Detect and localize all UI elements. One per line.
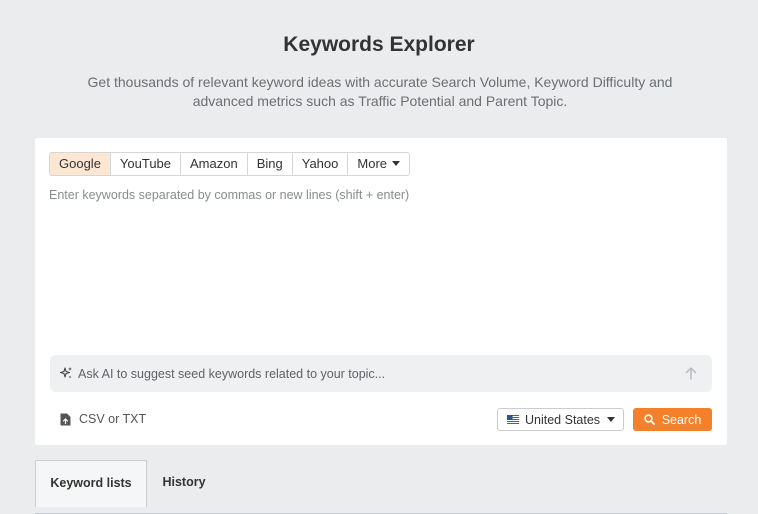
arrow-up-icon[interactable] — [684, 366, 698, 381]
file-upload-icon — [60, 413, 71, 425]
country-select[interactable]: United States — [497, 408, 624, 431]
keywords-explorer-page: Keywords Explorer Get thousands of relev… — [0, 0, 758, 514]
upload-label: CSV or TXT — [79, 412, 147, 426]
sparkle-icon — [59, 367, 72, 379]
search-button-label: Search — [661, 412, 702, 427]
tab-keyword-lists[interactable]: Keyword lists — [35, 460, 147, 507]
engine-tab-youtube[interactable]: YouTube — [110, 153, 182, 175]
caret-down-icon — [607, 417, 616, 422]
more-label: More — [357, 156, 388, 171]
ai-suggest-bar[interactable] — [50, 355, 712, 392]
search-engine-selector: Google YouTube Amazon Bing Yahoo More — [49, 152, 411, 176]
search-button[interactable]: Search — [633, 408, 712, 431]
country-label: United States — [525, 412, 601, 427]
search-card: Google YouTube Amazon Bing Yahoo More En… — [35, 138, 727, 445]
search-icon — [643, 414, 655, 425]
page-title: Keywords Explorer — [283, 33, 475, 56]
tab-history[interactable]: History — [147, 460, 221, 507]
lists-tabs: Keyword lists History — [35, 460, 727, 514]
engine-tab-bing[interactable]: Bing — [247, 153, 293, 175]
engine-more-dropdown[interactable]: More — [348, 153, 410, 175]
caret-down-icon — [392, 161, 401, 166]
us-flag-icon — [507, 415, 519, 424]
page-subtitle: Get thousands of relevant keyword ideas … — [87, 74, 673, 109]
csv-upload-button[interactable]: CSV or TXT — [60, 410, 146, 428]
keywords-input[interactable] — [49, 188, 713, 348]
engine-tab-yahoo[interactable]: Yahoo — [292, 153, 349, 175]
engine-tab-amazon[interactable]: Amazon — [181, 153, 248, 175]
engine-tab-google[interactable]: Google — [50, 153, 111, 175]
ai-suggest-input[interactable] — [78, 355, 658, 392]
